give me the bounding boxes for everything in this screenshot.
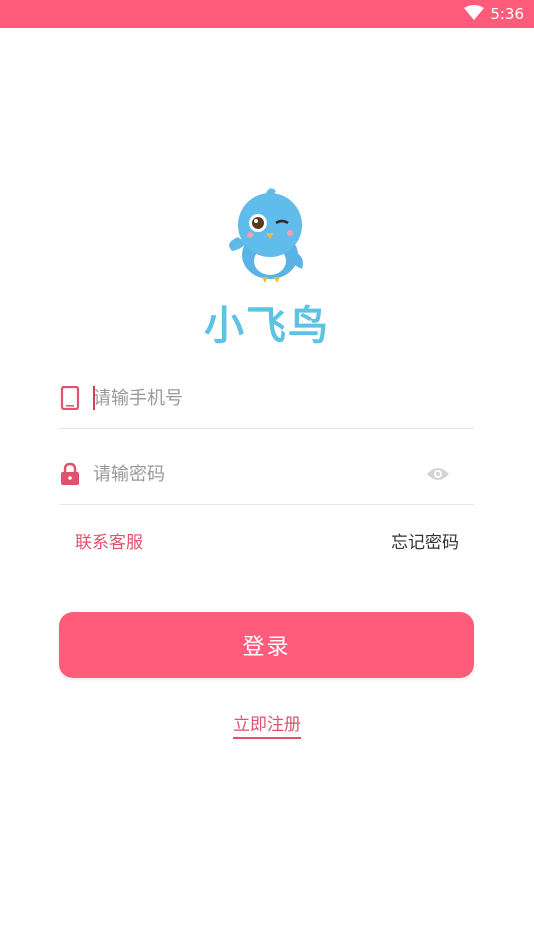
forgot-password-link[interactable]: 忘记密码: [391, 528, 459, 553]
register-link[interactable]: 立即注册: [233, 715, 301, 739]
password-field[interactable]: [59, 446, 474, 505]
password-input[interactable]: [93, 458, 413, 490]
status-time: 5:36: [490, 5, 524, 23]
phone-field[interactable]: [59, 370, 474, 429]
lock-icon: [61, 462, 79, 485]
text-caret: [93, 386, 95, 410]
register-container: 立即注册: [0, 710, 534, 739]
phone-icon: [60, 386, 80, 410]
app-logo: 小飞鸟: [196, 185, 338, 349]
bird-mascot-icon: [229, 188, 303, 283]
eye-icon[interactable]: [426, 466, 450, 482]
login-button[interactable]: 登录: [59, 612, 474, 678]
phone-input[interactable]: [93, 382, 413, 414]
wifi-icon: [464, 5, 484, 20]
contact-support-link[interactable]: 联系客服: [75, 528, 143, 553]
brand-title: 小飞鸟: [204, 303, 330, 349]
status-bar: 5:36: [0, 0, 534, 28]
